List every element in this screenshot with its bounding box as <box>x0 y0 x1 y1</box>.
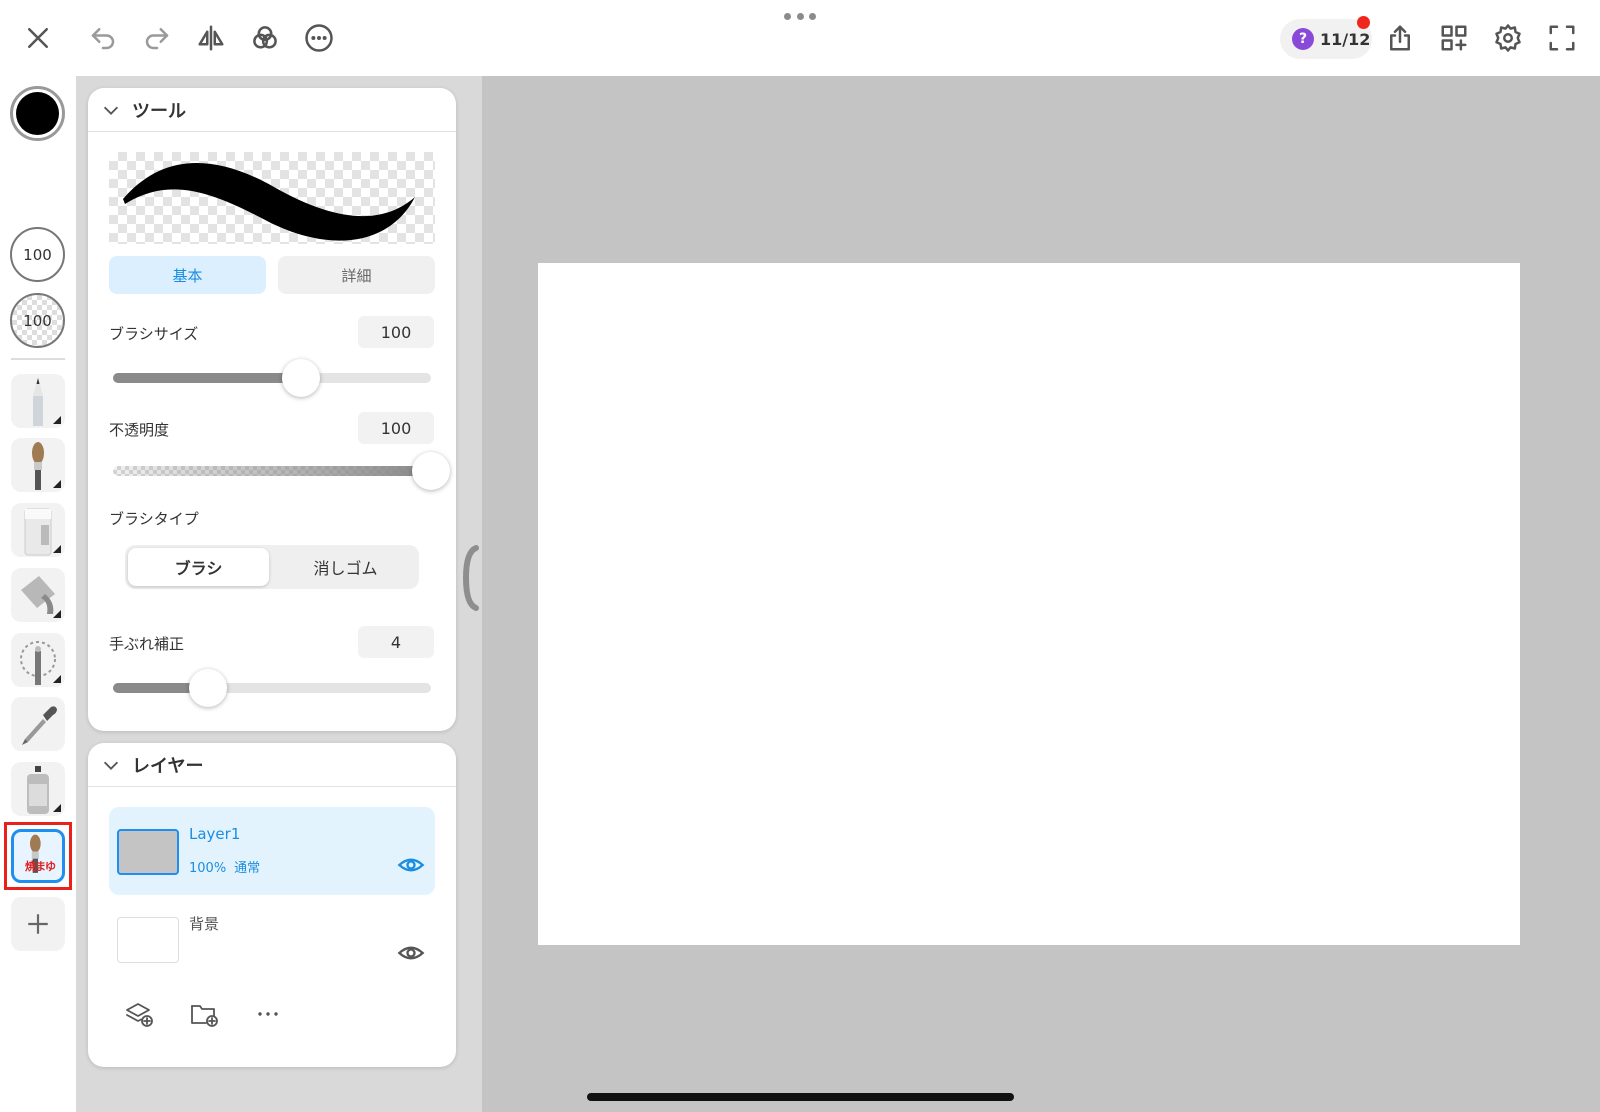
tool-panel-header[interactable]: ツール <box>88 88 456 132</box>
custom-brush-label: 焼まゆ <box>25 860 56 873</box>
layer-name: Layer1 <box>189 825 241 843</box>
eyedropper-icon <box>22 706 57 745</box>
brush-type-label: ブラシタイプ <box>109 510 199 528</box>
brush-size-label: ブラシサイズ <box>109 325 199 343</box>
layer-thumbnail <box>117 829 179 875</box>
layer-row-background[interactable]: 背景 <box>109 895 435 983</box>
tool-panel: ツール 基本 詳細 ブラシサイズ 100 不透明度 100 ブラシタイプ ブラシ… <box>88 88 456 731</box>
settings-icon[interactable] <box>1488 18 1528 58</box>
home-indicator <box>587 1093 1014 1101</box>
question-icon: ? <box>1292 28 1314 50</box>
window-drag-handle[interactable] <box>784 10 816 22</box>
submenu-corner <box>53 480 61 488</box>
pencil-tool[interactable] <box>11 374 65 428</box>
brush-type-brush[interactable]: ブラシ <box>128 548 269 586</box>
layer-name: 背景 <box>189 915 220 933</box>
spray-tool[interactable] <box>11 762 65 816</box>
stabilizer-slider-knob[interactable] <box>189 669 228 707</box>
layer-panel: レイヤー Layer1 100% 通常 背景 <box>88 743 456 1067</box>
tool-column: 100 100 焼まゆ <box>0 76 76 1112</box>
eye-icon[interactable] <box>397 851 425 879</box>
notification-dot <box>1357 16 1370 29</box>
color-swatch[interactable] <box>10 86 65 141</box>
opacity-value[interactable]: 100 <box>358 412 434 444</box>
layer-opacity: 100% <box>189 861 227 876</box>
add-folder-icon[interactable] <box>186 996 222 1032</box>
top-toolbar: ? 11/12 <box>0 0 1600 76</box>
brush-size-indicator[interactable]: 100 <box>10 227 65 282</box>
more-icon[interactable] <box>299 18 339 58</box>
chevron-left-icon <box>462 545 479 611</box>
share-icon[interactable] <box>1380 18 1420 58</box>
help-count: 11/12 <box>1320 29 1371 49</box>
drawing-canvas[interactable] <box>538 263 1520 945</box>
opacity-slider[interactable] <box>113 452 450 490</box>
eye-icon[interactable] <box>397 939 425 967</box>
tab-basic[interactable]: 基本 <box>109 256 266 294</box>
blend-icon[interactable] <box>245 18 285 58</box>
brush-size-slider-fill <box>113 373 301 383</box>
layer-meta: 100% 通常 <box>189 857 260 876</box>
eyedropper-tool[interactable] <box>11 697 65 751</box>
chevron-down-icon[interactable] <box>100 754 122 776</box>
layer-panel-title: レイヤー <box>132 755 204 777</box>
submenu-corner <box>53 545 61 553</box>
layer-row-layer1[interactable]: Layer1 100% 通常 <box>109 807 435 895</box>
fullscreen-icon[interactable] <box>1542 18 1582 58</box>
submenu-corner <box>53 610 61 618</box>
brush-opacity-indicator[interactable]: 100 <box>10 293 65 348</box>
help-badge[interactable]: ? 11/12 <box>1280 16 1372 59</box>
mirror-icon[interactable] <box>191 18 231 58</box>
tab-detail[interactable]: 詳細 <box>278 256 435 294</box>
opacity-label: 不透明度 <box>109 421 170 439</box>
layer-blend-mode: 通常 <box>234 861 261 876</box>
brush-size-slider-knob[interactable] <box>281 359 320 397</box>
brush-size-value[interactable]: 100 <box>358 316 434 348</box>
custom-brush-tool[interactable]: 焼まゆ <box>11 829 65 883</box>
brush-tool[interactable] <box>11 438 65 492</box>
submenu-corner <box>53 675 61 683</box>
opacity-slider-knob[interactable] <box>412 452 450 490</box>
eraser-tool[interactable] <box>11 503 65 557</box>
submenu-corner <box>53 416 61 424</box>
undo-icon[interactable] <box>83 18 123 58</box>
submenu-corner <box>53 804 61 812</box>
layer-thumbnail <box>117 917 179 963</box>
redo-icon[interactable] <box>137 18 177 58</box>
panel-collapse-handle[interactable] <box>462 544 482 612</box>
chevron-down-icon[interactable] <box>100 99 122 121</box>
close-icon[interactable] <box>18 18 58 58</box>
magic-wand-tool[interactable] <box>11 633 65 687</box>
brush-type-segment: ブラシ 消しゴム <box>125 545 419 589</box>
plus-icon <box>28 914 48 934</box>
add-layer-icon[interactable] <box>121 996 157 1032</box>
brush-stroke-preview <box>109 152 435 244</box>
more-icon[interactable] <box>250 996 286 1032</box>
add-tool-button[interactable] <box>11 897 65 951</box>
stroke-preview-graphic <box>123 162 415 241</box>
divider <box>11 358 65 360</box>
opacity-slider-fill <box>113 466 431 476</box>
brush-type-eraser[interactable]: 消しゴム <box>275 548 416 586</box>
layer-panel-header[interactable]: レイヤー <box>88 743 456 787</box>
stabilizer-value[interactable]: 4 <box>358 626 434 658</box>
stabilizer-label: 手ぶれ補正 <box>109 635 185 653</box>
stabilizer-slider[interactable] <box>113 669 431 707</box>
layout-icon[interactable] <box>1434 18 1474 58</box>
fill-tool[interactable] <box>11 568 65 622</box>
brush-size-slider[interactable] <box>113 359 431 397</box>
tool-panel-title: ツール <box>132 100 186 122</box>
